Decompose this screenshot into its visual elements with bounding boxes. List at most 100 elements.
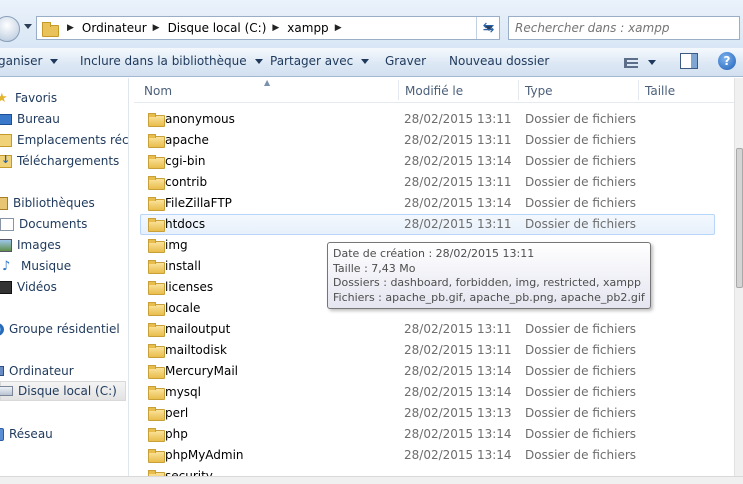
file-date: 28/02/2015 13:11	[404, 112, 512, 126]
folder-icon	[148, 302, 165, 316]
file-type: Dossier de fichiers	[525, 175, 637, 189]
list-item[interactable]: contrib 28/02/2015 13:11 Dossier de fich…	[140, 172, 715, 193]
nav-network-label: Réseau	[9, 427, 53, 441]
list-item[interactable]: php 28/02/2015 13:14 Dossier de fichiers	[140, 424, 715, 445]
file-name: security	[165, 469, 213, 476]
file-name: anonymous	[165, 112, 235, 126]
list-item[interactable]: anonymous 28/02/2015 13:11 Dossier de fi…	[140, 109, 715, 130]
recent-pages-dropdown[interactable]	[24, 24, 32, 29]
nav-local-disk[interactable]: Disque local (C:)	[0, 381, 126, 401]
list-item[interactable]: cgi-bin 28/02/2015 13:14 Dossier de fich…	[140, 151, 715, 172]
vertical-scrollbar[interactable]	[734, 78, 743, 476]
folder-icon	[148, 428, 165, 442]
preview-pane-button[interactable]	[680, 53, 698, 69]
folder-icon	[148, 197, 165, 211]
list-item[interactable]: mailtodisk 28/02/2015 13:11 Dossier de f…	[140, 340, 715, 361]
list-item[interactable]: mailoutput 28/02/2015 13:11 Dossier de f…	[140, 319, 715, 340]
videos-icon	[0, 280, 12, 294]
list-item[interactable]: security	[140, 466, 715, 476]
nav-music[interactable]: ♪ Musique	[0, 256, 71, 276]
list-item[interactable]: MercuryMail 28/02/2015 13:14 Dossier de …	[140, 361, 715, 382]
organize-button[interactable]: ganiser	[0, 54, 59, 68]
file-type: Dossier de fichiers	[525, 217, 637, 231]
nav-computer-label: Ordinateur	[9, 364, 74, 378]
new-folder-button[interactable]: Nouveau dossier	[449, 54, 549, 68]
libraries-icon	[0, 196, 8, 210]
network-icon	[0, 427, 4, 441]
file-name: img	[165, 238, 188, 252]
nav-computer[interactable]: Ordinateur	[0, 361, 74, 381]
nav-recent-places[interactable]: Emplacements récer	[0, 130, 128, 150]
column-divider[interactable]	[398, 80, 399, 100]
nav-downloads[interactable]: Téléchargements	[0, 151, 119, 171]
folder-icon	[148, 239, 165, 253]
file-type: Dossier de fichiers	[525, 406, 637, 420]
search-box[interactable]	[508, 16, 740, 40]
list-item-hovered[interactable]: htdocs 28/02/2015 13:11 Dossier de fichi…	[140, 214, 715, 235]
file-date: 28/02/2015 13:11	[404, 343, 512, 357]
nav-documents-label: Documents	[19, 217, 88, 231]
music-icon: ♪	[2, 258, 11, 274]
nav-homegroup[interactable]: Groupe résidentiel	[0, 319, 120, 339]
nav-homegroup-label: Groupe résidentiel	[9, 322, 120, 336]
breadcrumb-computer[interactable]: Ordinateur	[82, 21, 147, 35]
file-name: install	[165, 259, 201, 273]
chevron-right-icon[interactable]: ▶	[153, 23, 160, 33]
burn-button[interactable]: Graver	[385, 54, 426, 68]
chevron-right-icon[interactable]: ▶	[335, 23, 342, 33]
breadcrumb-xampp[interactable]: xampp	[287, 21, 328, 35]
file-type: Dossier de fichiers	[525, 322, 637, 336]
file-type: Dossier de fichiers	[525, 427, 637, 441]
share-with-button[interactable]: Partager avec	[270, 54, 370, 68]
address-box[interactable]: ▶ Ordinateur ▶ Disque local (C:) ▶ xampp…	[36, 16, 500, 40]
column-size[interactable]: Taille	[645, 84, 675, 98]
file-name: apache	[165, 133, 209, 147]
folder-icon	[148, 113, 165, 127]
nav-desktop-label: Bureau	[17, 112, 60, 126]
organize-label: ganiser	[0, 54, 43, 68]
downloads-icon	[0, 153, 12, 168]
breadcrumb-local-disk[interactable]: Disque local (C:)	[168, 21, 267, 35]
tooltip-files: Fichiers : apache_pb.gif, apache_pb.png,…	[333, 290, 645, 304]
status-bar-edge	[0, 476, 743, 484]
chevron-down-icon	[254, 58, 263, 64]
share-with-label: Partager avec	[270, 54, 354, 68]
star-icon: ★	[0, 90, 8, 106]
tooltip-created: Date de création : 28/02/2015 13:11	[333, 247, 535, 260]
folder-icon	[148, 386, 165, 400]
change-view-button[interactable]	[624, 54, 668, 71]
list-item[interactable]: perl 28/02/2015 13:13 Dossier de fichier…	[140, 403, 715, 424]
column-name[interactable]: Nom	[144, 84, 172, 98]
help-icon[interactable]: ?	[718, 52, 736, 70]
file-type: Dossier de fichiers	[525, 343, 637, 357]
list-item[interactable]: phpMyAdmin 28/02/2015 13:14 Dossier de f…	[140, 445, 715, 466]
file-date: 28/02/2015 13:11	[404, 217, 512, 231]
folder-icon	[41, 21, 59, 37]
list-item[interactable]: apache 28/02/2015 13:11 Dossier de fichi…	[140, 130, 715, 151]
nav-videos[interactable]: Vidéos	[0, 277, 57, 297]
list-item[interactable]: FileZillaFTP 28/02/2015 13:14 Dossier de…	[140, 193, 715, 214]
nav-favorites[interactable]: ★ Favoris	[0, 88, 57, 108]
chevron-right-icon[interactable]: ▶	[272, 23, 279, 33]
column-divider[interactable]	[638, 80, 639, 100]
chevron-right-icon[interactable]: ▶	[67, 23, 74, 33]
chevron-down-icon	[50, 58, 59, 64]
column-modified[interactable]: Modifié le	[405, 84, 463, 98]
nav-network[interactable]: Réseau	[0, 424, 53, 444]
column-divider[interactable]	[518, 80, 519, 100]
column-type[interactable]: Type	[525, 84, 553, 98]
nav-desktop[interactable]: Bureau	[0, 109, 60, 129]
nav-images[interactable]: Images	[0, 235, 61, 255]
file-date: 28/02/2015 13:13	[404, 406, 512, 420]
back-button[interactable]	[0, 16, 20, 42]
folder-icon	[148, 281, 165, 295]
list-item[interactable]: mysql 28/02/2015 13:14 Dossier de fichie…	[140, 382, 715, 403]
folder-icon	[148, 176, 165, 190]
search-input[interactable]	[515, 21, 733, 35]
refresh-button[interactable]: ⇆	[476, 17, 500, 39]
file-name: licenses	[165, 280, 214, 294]
nav-documents[interactable]: Documents	[0, 214, 87, 234]
nav-libraries[interactable]: Bibliothèques	[0, 193, 95, 213]
scrollbar-thumb[interactable]	[736, 148, 743, 288]
include-in-library-button[interactable]: Inclure dans la bibliothèque	[80, 54, 263, 68]
